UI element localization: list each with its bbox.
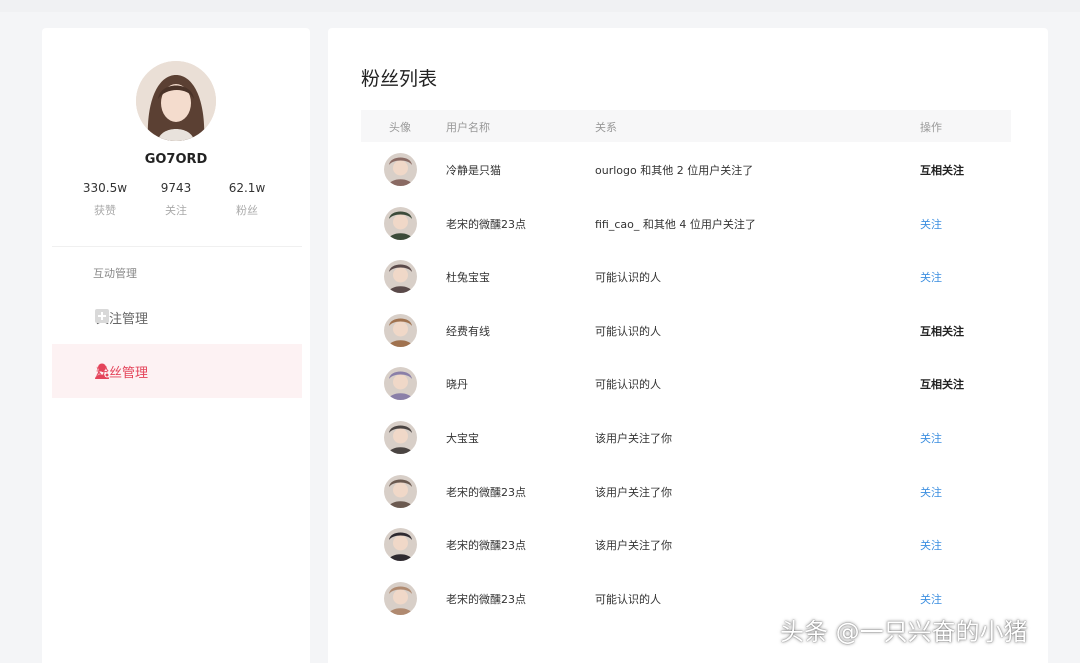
mutual-follow-button[interactable]: 互相关注 xyxy=(920,162,964,178)
user-avatar[interactable] xyxy=(384,206,417,240)
user-name[interactable]: 老宋的微醺23点 xyxy=(446,537,526,553)
sidebar-divider xyxy=(52,246,302,247)
menu-group-label: 互动管理 xyxy=(93,267,137,280)
stat-label: 获赞 xyxy=(94,204,116,217)
user-relation: 该用户关注了你 xyxy=(595,485,672,499)
user-relation: 可能认识的人 xyxy=(595,378,661,392)
table-row: 老宋的微醺23点 该用户关注了你 关注 xyxy=(361,465,1011,518)
user-avatar[interactable] xyxy=(384,581,417,615)
main-panel: 粉丝列表 头像 用户名称 关系 操作 冷静是只猫 ourlogo 和其他 2 位用… xyxy=(328,28,1048,663)
user-relation: 可能认识的人 xyxy=(595,324,661,338)
user-avatar[interactable] xyxy=(384,367,417,401)
mutual-follow-button[interactable]: 互相关注 xyxy=(920,376,964,392)
user-name[interactable]: 老宋的微醺23点 xyxy=(446,484,526,500)
table-row: 经费有线 可能认识的人 互相关注 xyxy=(361,304,1011,357)
user-avatar[interactable] xyxy=(384,528,417,562)
stat-value: 62.1w xyxy=(228,181,266,195)
table-row: 大宝宝 该用户关注了你 关注 xyxy=(361,411,1011,464)
column-header-username: 用户名称 xyxy=(446,121,490,134)
user-name[interactable]: 晓丹 xyxy=(446,376,468,392)
user-relation: fifi_cao_ 和其他 4 位用户关注了 xyxy=(595,217,756,231)
follow-button[interactable]: 关注 xyxy=(920,216,942,232)
stat-following[interactable]: 9743 关注 xyxy=(141,181,211,218)
follow-button[interactable]: 关注 xyxy=(920,269,942,285)
mutual-follow-button[interactable]: 互相关注 xyxy=(920,323,964,339)
stat-value: 9743 xyxy=(160,181,192,195)
stat-label: 粉丝 xyxy=(236,204,258,217)
user-relation: 可能认识的人 xyxy=(595,271,661,285)
user-relation: ourlogo 和其他 2 位用户关注了 xyxy=(595,164,754,177)
sidebar-item-fans-management[interactable]: 粉丝管理 xyxy=(52,344,302,398)
user-name[interactable]: 老宋的微醺23点 xyxy=(446,591,526,607)
stat-label: 关注 xyxy=(165,204,187,217)
user-avatar[interactable] xyxy=(384,421,417,454)
table-row: 晓丹 可能认识的人 互相关注 xyxy=(361,357,1011,410)
column-header-avatar: 头像 xyxy=(389,121,411,134)
user-avatar[interactable] xyxy=(384,153,417,186)
profile-avatar[interactable] xyxy=(136,61,216,141)
table-header: 头像 用户名称 关系 操作 xyxy=(361,110,1011,142)
profile-stats: 330.5w 获赞 9743 关注 62.1w 粉丝 xyxy=(70,181,282,218)
table-row: 老宋的微醺23点 fifi_cao_ 和其他 4 位用户关注了 关注 xyxy=(361,197,1011,250)
user-name[interactable]: 冷静是只猫 xyxy=(446,162,501,178)
user-avatar[interactable] xyxy=(384,474,417,508)
user-name[interactable]: 杜兔宝宝 xyxy=(446,269,490,285)
follow-button[interactable]: 关注 xyxy=(920,484,942,500)
stat-fans[interactable]: 62.1w 粉丝 xyxy=(212,181,282,218)
stat-likes[interactable]: 330.5w 获赞 xyxy=(70,181,140,218)
sidebar-item-follow-management[interactable]: 关注管理 xyxy=(52,290,302,344)
plus-square-icon xyxy=(95,309,109,323)
user-relation: 该用户关注了你 xyxy=(595,432,672,445)
user-relation: 该用户关注了你 xyxy=(595,539,672,553)
follow-button[interactable]: 关注 xyxy=(920,537,942,553)
table-row: 冷静是只猫 ourlogo 和其他 2 位用户关注了 互相关注 xyxy=(361,143,1011,196)
column-header-action: 操作 xyxy=(920,121,942,134)
stat-value: 330.5w xyxy=(82,181,128,195)
top-bar xyxy=(0,0,1080,12)
user-name[interactable]: 大宝宝 xyxy=(446,430,479,446)
page-title: 粉丝列表 xyxy=(361,68,438,90)
user-avatar[interactable] xyxy=(384,313,417,347)
user-icon xyxy=(95,363,110,379)
watermark-text: 头条 @一只兴奋的小猪 xyxy=(780,618,1028,646)
profile-username: GO7ORD xyxy=(144,152,208,167)
user-avatar[interactable] xyxy=(384,260,417,294)
follow-button[interactable]: 关注 xyxy=(920,430,942,446)
user-name[interactable]: 经费有线 xyxy=(446,323,490,339)
user-relation: 可能认识的人 xyxy=(595,592,661,606)
follow-button[interactable]: 关注 xyxy=(920,591,942,607)
table-row: 老宋的微醺23点 该用户关注了你 关注 xyxy=(361,518,1011,571)
table-row: 杜兔宝宝 可能认识的人 关注 xyxy=(361,250,1011,303)
user-name[interactable]: 老宋的微醺23点 xyxy=(446,216,526,232)
sidebar: GO7ORD 330.5w 获赞 9743 关注 62.1w 粉丝 互动管理 关… xyxy=(42,28,310,663)
column-header-relation: 关系 xyxy=(595,121,617,134)
